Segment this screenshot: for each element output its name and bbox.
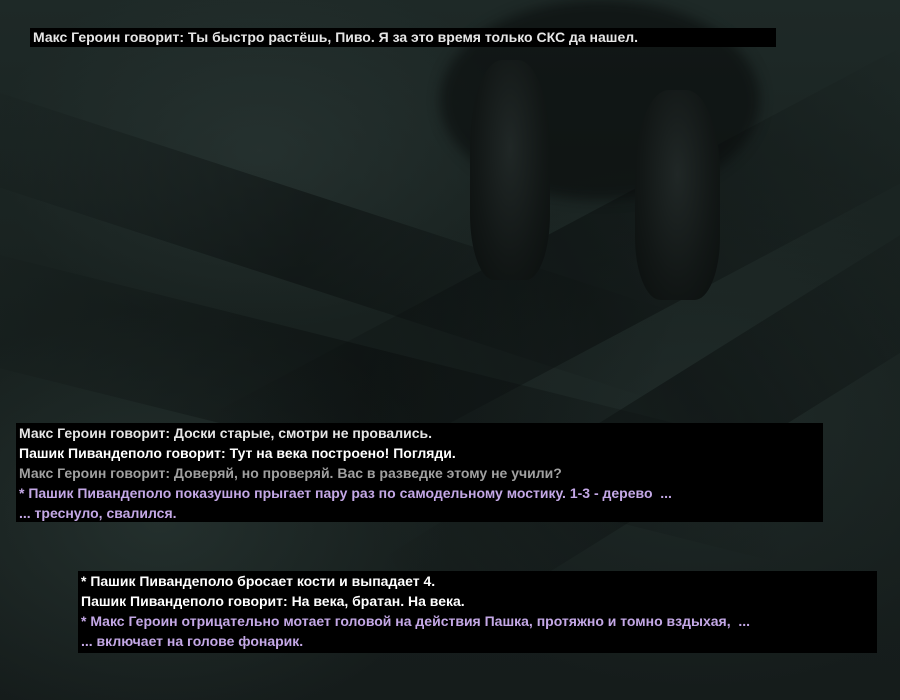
chat-message-say: Макс Героин говорит: Ты быстро растёшь, … bbox=[33, 29, 639, 45]
chat-message-say: Пашик Пивандеполо говорит: На века, брат… bbox=[81, 593, 465, 609]
chat-bottom-box: * Пашик Пивандеполо бросает кости и выпа… bbox=[78, 571, 877, 653]
left-boot bbox=[470, 60, 550, 280]
chat-message-action: * Пашик Пивандеполо показушно прыгает па… bbox=[19, 485, 672, 501]
chat-message-action: ... треснуло, свалился. bbox=[19, 505, 177, 521]
chat-middle-box: Макс Героин говорит: Доски старые, смотр… bbox=[16, 423, 823, 522]
chat-message-action: * Макс Героин отрицательно мотает голово… bbox=[81, 613, 751, 629]
chat-message-say: Макс Героин говорит: Доверяй, но проверя… bbox=[19, 465, 562, 481]
chat-message-say: Пашик Пивандеполо говорит: Тут на века п… bbox=[19, 445, 456, 461]
chat-message-action: * Пашик Пивандеполо бросает кости и выпа… bbox=[81, 573, 436, 589]
chat-message-action: ... включает на голове фонарик. bbox=[81, 633, 304, 649]
chat-top-box: Макс Героин говорит: Ты быстро растёшь, … bbox=[30, 28, 776, 47]
chat-message-say: Макс Героин говорит: Доски старые, смотр… bbox=[19, 425, 432, 441]
right-boot bbox=[635, 90, 720, 300]
